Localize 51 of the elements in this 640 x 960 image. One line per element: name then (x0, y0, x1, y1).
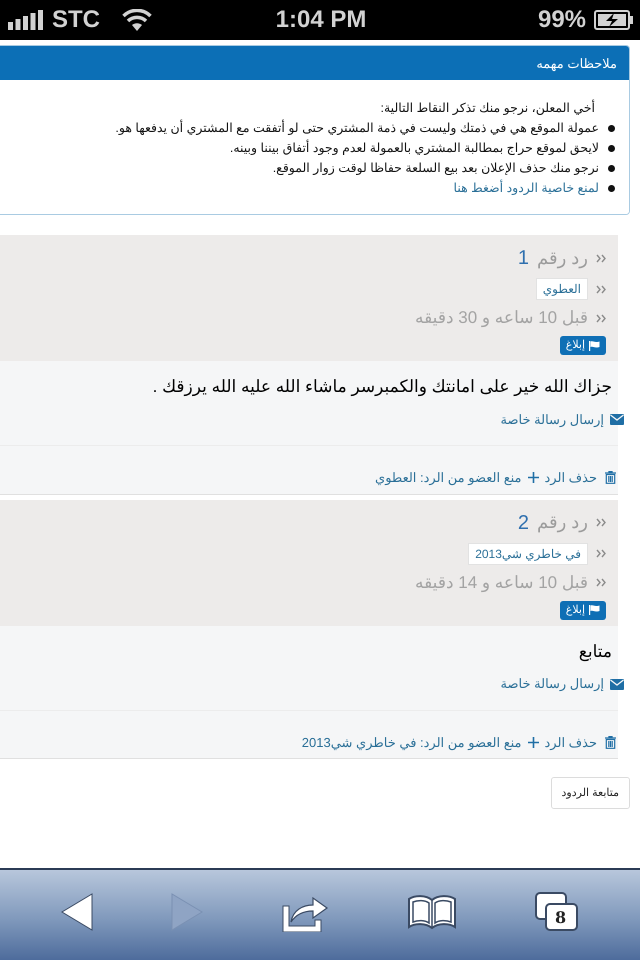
report-button[interactable]: إبلاغ (560, 336, 606, 355)
reply-label: رد رقم (537, 511, 588, 534)
ban-member-link[interactable]: منع العضو من الرد: العطوي (375, 468, 522, 488)
flag-icon (589, 340, 600, 350)
bullet-icon (608, 164, 615, 172)
flag-icon (589, 605, 600, 615)
battery-charging-icon (594, 10, 634, 30)
double-chevron-icon (596, 549, 606, 558)
double-chevron-icon (596, 284, 606, 294)
reply-text: متابع (578, 640, 612, 664)
reply-label: رد رقم (537, 246, 588, 270)
double-chevron-icon (596, 254, 606, 262)
bullet-icon (608, 124, 615, 132)
double-chevron-icon (596, 518, 606, 527)
bullet-icon (608, 184, 615, 192)
back-icon[interactable] (61, 893, 93, 931)
private-message-link[interactable]: إرسال رسالة خاصة (500, 410, 624, 430)
notice-item: لايحق لموقع حراج بمطالبة المشتري بالعمولة لعدم وجود أتفاق بيننا وبينه. (230, 138, 599, 157)
open-book-icon[interactable] (407, 894, 457, 930)
double-chevron-icon (596, 578, 606, 587)
double-chevron-icon (596, 314, 606, 322)
username-link[interactable]: العطوي (536, 278, 588, 300)
panel-header: ملاحظات مهمه (0, 46, 629, 80)
reply-time: قبل 10 ساعه و 30 دقيقه (414, 307, 588, 330)
plus-icon (528, 472, 539, 484)
carrier-name: STC (52, 5, 100, 35)
delete-reply-link[interactable]: حذف الرد (544, 468, 616, 488)
follow-replies-button[interactable]: متابعة الردود (550, 777, 630, 809)
signal-icon (8, 10, 44, 30)
private-message-link[interactable]: إرسال رسالة خاصة (500, 674, 624, 694)
ban-member-link[interactable]: منع العضو من الرد: في خاطري شي2013 (302, 732, 522, 752)
reply-number: 2 (518, 510, 529, 536)
battery-percent: 99% (538, 5, 586, 35)
reply-time: قبل 10 ساعه و 14 دقيقه (414, 572, 588, 594)
trash-icon (605, 471, 616, 484)
plus-icon (528, 736, 539, 748)
notice-item: نرجو منك حذف الإعلان بعد بيع السلعة حفاظا لوقت زوار الموقع. (272, 160, 599, 177)
username-link[interactable]: في خاطري شي2013 (468, 542, 588, 564)
notice-link[interactable]: لمنع خاصية الردود أضغط هنا (454, 178, 599, 198)
notice-item: عمولة الموقع هي في ذمتك وليست في ذمة المشتري حتى لو أتفقت مع المشتري أن يدفعها هو. (115, 118, 599, 137)
notice-intro: أخي المعلن، نرجو منك تذكر النقاط التالية: (380, 98, 595, 117)
reply-number: 1 (518, 246, 529, 271)
trash-icon (605, 736, 616, 749)
bullet-icon (608, 144, 615, 152)
tabs-icon (535, 892, 579, 932)
delete-reply-link[interactable]: حذف الرد (544, 732, 616, 752)
reply-text: جزاك الله خير على امانتك والكمبرسر ماشاء الله عليه الله يرزقك . (152, 376, 612, 398)
clock-time: 1:04 PM (276, 6, 366, 33)
wifi-icon (122, 9, 152, 31)
report-button[interactable]: إبلاغ (560, 600, 606, 620)
tabs-button[interactable]: 8 (535, 892, 579, 932)
